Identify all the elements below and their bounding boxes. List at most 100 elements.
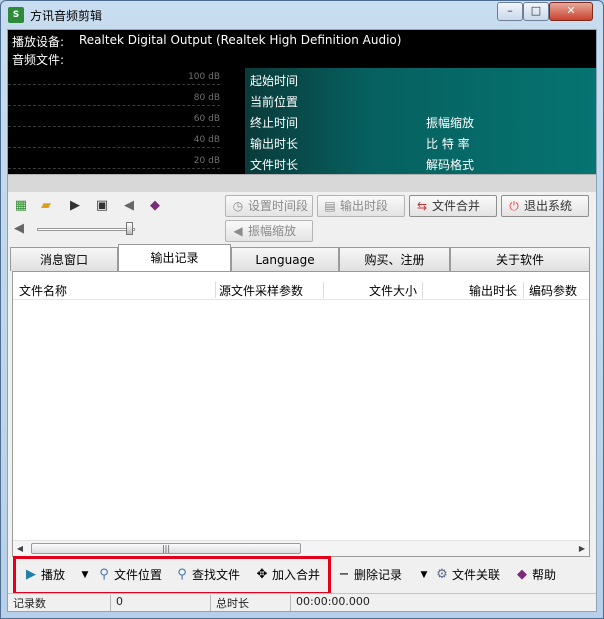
meter-gridline bbox=[8, 147, 220, 148]
output-records-list[interactable]: 文件名称 源文件采样参数 文件大小 输出时长 编码参数 ◀ ||| ▶ bbox=[12, 271, 590, 557]
app-logo-icon: S bbox=[8, 7, 24, 23]
stop-icon[interactable]: ▣ bbox=[93, 197, 111, 215]
find-file-label: 查找文件 bbox=[192, 568, 241, 582]
find-file-button[interactable]: ⚲ 查找文件 bbox=[172, 563, 244, 587]
maximize-button[interactable]: □ bbox=[523, 2, 549, 21]
meter-level-label: 20 dB bbox=[193, 156, 220, 166]
start-time-label: 起始时间 bbox=[250, 74, 299, 88]
merge-files-label: 文件合并 bbox=[432, 199, 481, 213]
file-association-label: 文件关联 bbox=[452, 568, 501, 582]
column-header-source-params[interactable]: 源文件采样参数 bbox=[219, 282, 303, 299]
add-merge-button[interactable]: ✥ 加入合并 bbox=[252, 563, 326, 587]
output-period-label: 输出时段 bbox=[340, 199, 389, 213]
magnifier-icon: ⚲ bbox=[99, 567, 109, 582]
meter-level-label: 60 dB bbox=[193, 114, 220, 124]
current-position-label: 当前位置 bbox=[250, 95, 299, 109]
output-period-button[interactable]: ▤ 输出时段 bbox=[317, 195, 405, 217]
merge-files-button[interactable]: ⇆ 文件合并 bbox=[409, 195, 497, 217]
meter-gridline bbox=[8, 168, 220, 169]
meter-level-label: 40 dB bbox=[193, 135, 220, 145]
total-duration-label: 总时长 bbox=[216, 597, 249, 610]
file-location-button[interactable]: ⚲ 文件位置 bbox=[94, 563, 166, 587]
column-separator[interactable] bbox=[523, 282, 524, 298]
amplitude-label: 振幅缩放 bbox=[426, 116, 475, 130]
column-header-file-size[interactable]: 文件大小 bbox=[369, 282, 417, 299]
gear-icon: ⚙ bbox=[436, 567, 448, 582]
tab-output-records[interactable]: 输出记录 bbox=[118, 244, 231, 271]
column-header-filename[interactable]: 文件名称 bbox=[19, 282, 67, 299]
device-info-panel: 播放设备: Realtek Digital Output (Realtek Hi… bbox=[8, 30, 596, 68]
bitrate-label: 比 特 率 bbox=[426, 137, 470, 151]
exit-label: 退出系统 bbox=[524, 199, 573, 213]
list-header: 文件名称 源文件采样参数 文件大小 输出时长 编码参数 bbox=[13, 280, 589, 300]
record-count-label: 记录数 bbox=[13, 597, 46, 610]
tab-language[interactable]: Language bbox=[231, 247, 339, 271]
status-separator bbox=[290, 595, 291, 611]
device-value: Realtek Digital Output (Realtek High Def… bbox=[79, 33, 402, 47]
minus-icon: − bbox=[338, 567, 350, 582]
column-separator[interactable] bbox=[422, 282, 423, 298]
speaker-icon: ◀ bbox=[233, 224, 243, 238]
meter-gridline bbox=[8, 84, 220, 85]
status-bar: 记录数 0 总时长 00:00:00.000 bbox=[8, 593, 596, 611]
column-separator[interactable] bbox=[215, 282, 216, 298]
audio-file-label: 音频文件: bbox=[12, 53, 65, 67]
file-location-label: 文件位置 bbox=[114, 568, 163, 582]
waveform-strip bbox=[8, 174, 596, 192]
delete-record-label: 删除记录 bbox=[354, 568, 403, 582]
file-association-button[interactable]: ⚙ 文件关联 bbox=[432, 563, 506, 587]
exit-button[interactable]: ⏻ 退出系统 bbox=[501, 195, 589, 217]
device-label: 播放设备: bbox=[12, 35, 65, 49]
file-duration-label: 文件时长 bbox=[250, 158, 299, 172]
record-count-value: 0 bbox=[116, 595, 123, 608]
amplitude-zoom-button[interactable]: ◀ 振幅缩放 bbox=[225, 220, 313, 242]
column-separator[interactable] bbox=[323, 282, 324, 298]
end-time-label: 终止时间 bbox=[250, 116, 299, 130]
delete-record-button[interactable]: − 删除记录 bbox=[334, 563, 408, 587]
window-title: 方讯音频剪辑 bbox=[30, 9, 103, 23]
meter-gridline bbox=[8, 126, 220, 127]
volume-slider-track[interactable] bbox=[37, 228, 135, 231]
help-label: 帮助 bbox=[532, 568, 557, 582]
magnifier-icon: ⚲ bbox=[177, 567, 187, 582]
title-bar[interactable]: S 方讯音频剪辑 – □ ✕ bbox=[1, 1, 603, 29]
meter-gridline bbox=[8, 105, 220, 106]
scroll-left-icon[interactable]: ◀ bbox=[15, 544, 25, 554]
tab-bar: 消息窗口 输出记录 Language 购买、注册 关于软件 bbox=[10, 244, 590, 271]
total-duration-value: 00:00:00.000 bbox=[296, 595, 370, 608]
scrollbar-thumb[interactable]: ||| bbox=[31, 543, 301, 554]
delete-dropdown-icon[interactable]: ▼ bbox=[417, 563, 431, 587]
play-dropdown-icon[interactable]: ▼ bbox=[78, 563, 92, 587]
play-icon: ▶ bbox=[26, 567, 36, 582]
play-label: 播放 bbox=[41, 568, 66, 582]
level-meter-panel: 100 dB 80 dB 60 dB 40 dB 20 dB 起始时间 当前位置… bbox=[8, 68, 596, 174]
volume-icon: ◀ bbox=[14, 221, 24, 236]
save-icon: ▤ bbox=[324, 199, 336, 213]
set-time-period-button[interactable]: ◷ 设置时间段 bbox=[225, 195, 313, 217]
tab-message-window[interactable]: 消息窗口 bbox=[10, 247, 118, 271]
help-button[interactable]: ◆ 帮助 bbox=[512, 563, 566, 587]
tab-purchase-register[interactable]: 购买、注册 bbox=[339, 247, 450, 271]
play-file-icon[interactable]: ▶ bbox=[66, 197, 84, 215]
minimize-button[interactable]: – bbox=[497, 2, 523, 21]
speaker-icon[interactable]: ◀ bbox=[120, 197, 138, 215]
amplitude-zoom-label: 振幅缩放 bbox=[248, 224, 297, 238]
merge-icon: ⇆ bbox=[416, 199, 428, 213]
tab-about[interactable]: 关于软件 bbox=[450, 247, 590, 271]
scroll-right-icon[interactable]: ▶ bbox=[577, 544, 587, 554]
horizontal-scrollbar[interactable]: ◀ ||| ▶ bbox=[13, 540, 589, 556]
open-folder-icon[interactable]: ▰ bbox=[37, 197, 55, 215]
column-header-encoding-params[interactable]: 编码参数 bbox=[529, 282, 577, 299]
book-icon[interactable]: ◆ bbox=[146, 197, 164, 215]
column-header-output-duration[interactable]: 输出时长 bbox=[469, 282, 517, 299]
volume-slider-thumb[interactable] bbox=[126, 222, 134, 235]
close-button[interactable]: ✕ bbox=[549, 2, 593, 21]
play-button[interactable]: ▶ 播放 bbox=[21, 563, 81, 587]
power-icon: ⏻ bbox=[509, 199, 519, 213]
status-separator bbox=[110, 595, 111, 611]
set-time-period-label: 设置时间段 bbox=[248, 199, 309, 213]
decode-format-label: 解码格式 bbox=[426, 158, 475, 172]
add-merge-label: 加入合并 bbox=[272, 568, 321, 582]
plus-icon: ✥ bbox=[256, 567, 268, 582]
record-icon[interactable]: ▦ bbox=[12, 197, 30, 215]
